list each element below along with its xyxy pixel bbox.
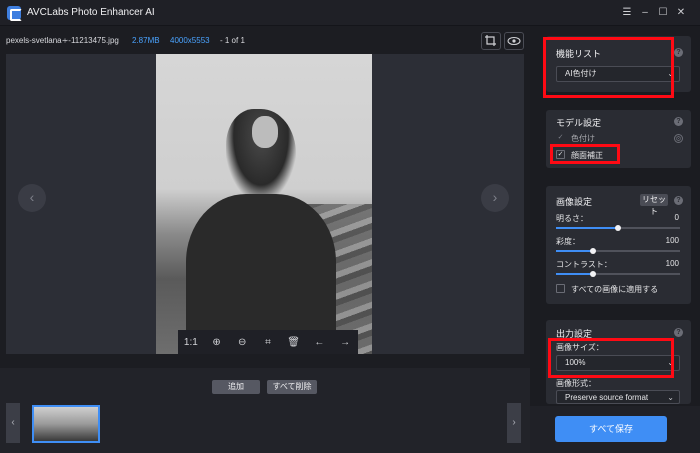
thumbnail-item[interactable] [32,405,100,443]
crop-view-button[interactable] [481,32,501,50]
file-info-bar: pexels-svetlana∻-11213475.jpg 2.87MB 400… [0,26,530,54]
brightness-value: 0 [674,213,679,222]
photo-face [252,116,278,148]
apply-all-label: すべての画像に適用する [571,285,659,294]
arrow-right-icon[interactable]: → [336,337,354,348]
image-settings-title: 画像設定 [556,197,593,207]
crop-tool-icon[interactable]: ⌗ [259,337,277,348]
save-all-button[interactable]: すべて保存 [555,416,667,442]
contrast-value: 100 [665,259,679,268]
trash-icon[interactable]: 🗑 [285,337,303,348]
help-icon[interactable]: ? [674,328,683,337]
image-toolbar: 1:1 ⊕ ⊖ ⌗ 🗑 ← → [178,330,358,354]
brightness-slider[interactable] [556,225,680,231]
saturation-slider[interactable] [556,248,680,254]
colorize-label: 色付け [571,134,595,143]
help-icon[interactable]: ? [674,196,683,205]
contrast-label: コントラスト： [556,260,612,269]
add-button[interactable]: 追加 [212,380,260,394]
arrow-left-icon[interactable]: ← [310,337,328,348]
chevron-down-icon: ⌄ [665,391,674,403]
strip-left-arrow[interactable]: ‹ [6,403,20,443]
colorize-checkbox[interactable]: ✓ [556,133,565,142]
close-icon[interactable]: ✕ [673,5,689,21]
ratio-button[interactable]: 1:1 [182,337,200,348]
contrast-slider[interactable] [556,271,680,277]
gear-icon[interactable]: ⚙ [674,134,683,143]
highlight-face-enhance [550,144,620,164]
highlight-function-list [543,37,674,98]
file-size: 2.87MB [132,36,160,45]
title-bar: AVCLabs Photo Enhancer AI ☰ – ☐ ✕ [0,0,700,26]
highlight-image-size [548,338,674,378]
file-name: pexels-svetlana∻-11213475.jpg [6,36,119,45]
image-canvas[interactable]: ‹ › 1:1 ⊕ ⊖ ⌗ 🗑 ← → [6,54,524,354]
next-image-arrow[interactable]: › [481,184,509,212]
menu-icon[interactable]: ☰ [619,5,635,21]
maximize-icon[interactable]: ☐ [655,5,671,21]
zoom-in-icon[interactable]: ⊕ [208,337,226,348]
file-count: - 1 of 1 [220,36,245,45]
help-icon[interactable]: ? [674,48,683,57]
strip-right-arrow[interactable]: › [507,403,521,443]
saturation-fill [556,250,594,252]
saturation-label: 彩度： [556,237,580,246]
image-settings-panel: 画像設定 リセット ? 明るさ： 0 彩度： 100 コントラスト： 100 す… [546,186,691,304]
apply-all-checkbox[interactable] [556,284,565,293]
prev-image-arrow[interactable]: ‹ [18,184,46,212]
app-title: AVCLabs Photo Enhancer AI [27,7,155,18]
contrast-fill [556,273,594,275]
minimize-icon[interactable]: – [637,5,653,21]
app-logo-icon [7,6,22,21]
image-format-select[interactable]: Preserve source format ⌄ [556,390,680,404]
image-format-label: 画像形式： [556,379,596,388]
brightness-label: 明るさ： [556,214,588,223]
eye-icon [507,36,521,46]
thumbnail-area: 追加 すべて削除 ‹ › [0,368,530,453]
reset-button[interactable]: リセット [640,194,668,216]
saturation-value: 100 [665,236,679,245]
saturation-knob[interactable] [590,248,597,254]
brightness-fill [556,227,618,229]
crop-icon [485,35,496,46]
zoom-out-icon[interactable]: ⊖ [233,337,251,348]
contrast-knob[interactable] [590,271,597,277]
file-dimensions: 4000x5553 [170,36,210,45]
preview-toggle-button[interactable] [504,32,524,50]
brightness-knob[interactable] [615,225,621,231]
delete-all-button[interactable]: すべて削除 [267,380,317,394]
help-icon[interactable]: ? [674,117,683,126]
photo-preview [156,54,372,354]
model-settings-title: モデル設定 [556,118,602,128]
image-format-value: Preserve source format [565,393,649,402]
